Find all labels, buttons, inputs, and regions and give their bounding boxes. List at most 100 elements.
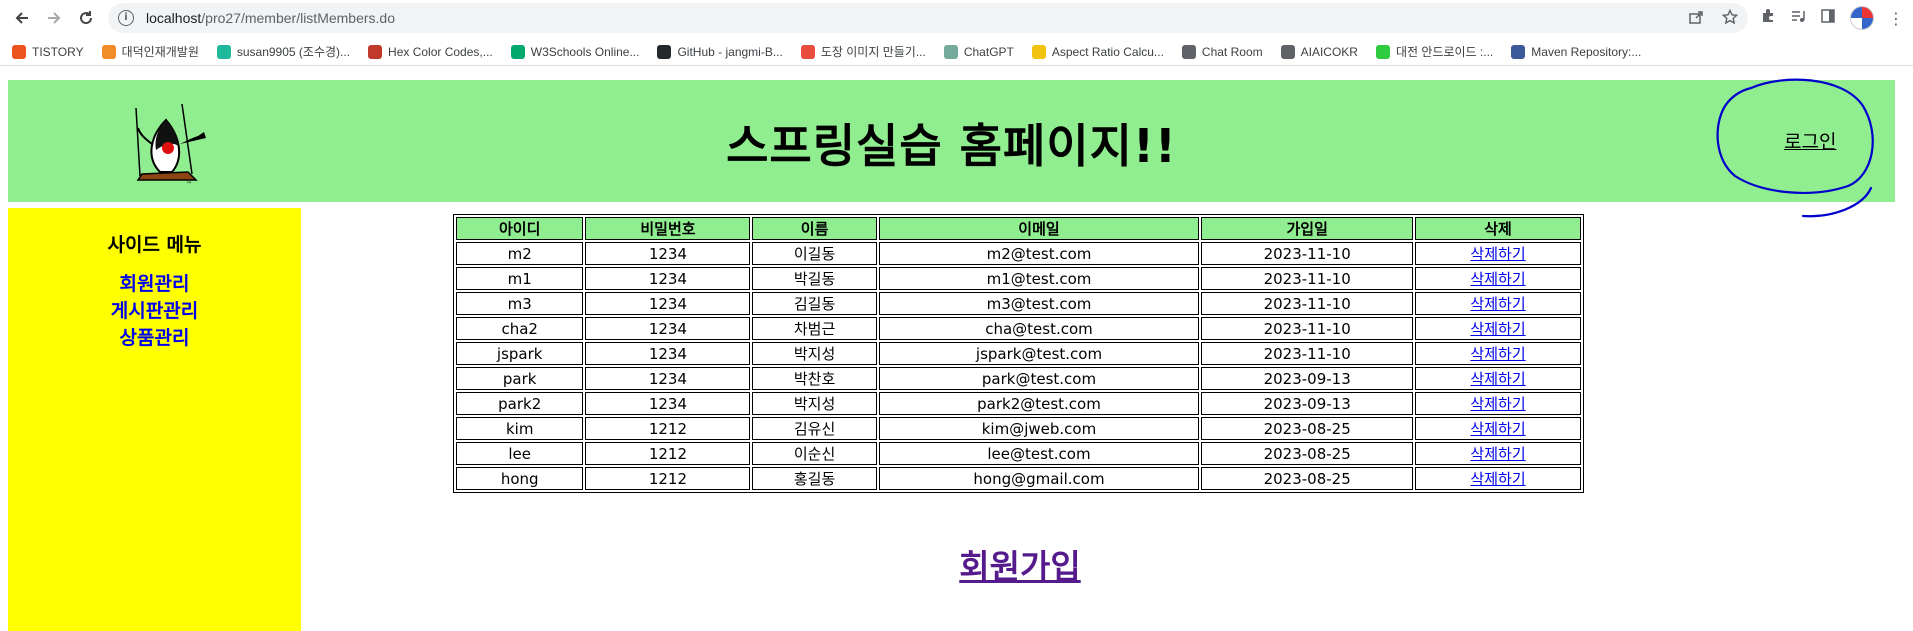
delete-member-link[interactable]: 삭제하기 [1470, 320, 1525, 338]
bookmark-label: W3Schools Online... [530, 44, 640, 59]
delete-member-link[interactable]: 삭제하기 [1470, 270, 1525, 288]
bookmark-item[interactable]: Chat Room [1181, 44, 1263, 59]
bookmark-item[interactable]: TISTORY [12, 44, 84, 59]
share-icon[interactable] [1688, 9, 1704, 29]
delete-member-link[interactable]: 삭제하기 [1470, 345, 1525, 363]
bookmark-favicon-icon [101, 44, 116, 59]
cell-password: 1234 [585, 292, 751, 315]
forward-arrow-icon[interactable] [42, 6, 66, 30]
bookmark-item[interactable]: W3Schools Online... [510, 44, 640, 59]
bookmark-item[interactable]: ChatGPT [943, 44, 1014, 59]
delete-member-link[interactable]: 삭제하기 [1470, 420, 1525, 438]
cell-delete: 삭제하기 [1415, 392, 1581, 415]
login-link[interactable]: 로그인 [1784, 127, 1836, 154]
delete-member-link[interactable]: 삭제하기 [1470, 445, 1525, 463]
delete-member-link[interactable]: 삭제하기 [1470, 470, 1525, 488]
bookmark-item[interactable]: Aspect Ratio Calcu... [1031, 44, 1164, 59]
cell-password: 1234 [585, 317, 751, 340]
site-info-icon[interactable]: i [118, 10, 134, 26]
cell-name: 이길동 [752, 242, 877, 265]
cell-join-date: 2023-09-13 [1201, 367, 1414, 390]
delete-member-link[interactable]: 삭제하기 [1470, 395, 1525, 413]
bookmark-favicon-icon [216, 44, 231, 59]
column-header-join-date: 가입일 [1201, 217, 1414, 240]
cell-password: 1234 [585, 392, 751, 415]
cell-delete: 삭제하기 [1415, 292, 1581, 315]
cell-email: jspark@test.com [878, 342, 1200, 365]
column-header-delete: 삭제 [1415, 217, 1581, 240]
sidebar-link-product-management[interactable]: 상품관리 [8, 325, 301, 352]
delete-member-link[interactable]: 삭제하기 [1470, 370, 1525, 388]
cell-id: cha2 [456, 317, 584, 340]
extensions-puzzle-icon[interactable] [1760, 8, 1776, 28]
cell-name: 박길동 [752, 267, 877, 290]
bookmark-favicon-icon [943, 44, 958, 59]
bookmark-label: Hex Color Codes,... [388, 44, 493, 59]
cell-email: m1@test.com [878, 267, 1200, 290]
sidebar-link-member-management[interactable]: 회원관리 [8, 271, 301, 298]
cell-delete: 삭제하기 [1415, 417, 1581, 440]
bookmark-item[interactable]: 도장 이미지 만들기... [800, 43, 926, 60]
sidebar-link-board-management[interactable]: 게시판관리 [8, 298, 301, 325]
cell-join-date: 2023-11-10 [1201, 292, 1414, 315]
bookmark-favicon-icon [368, 44, 383, 59]
star-bookmark-icon[interactable] [1721, 8, 1739, 29]
delete-member-link[interactable]: 삭제하기 [1470, 245, 1525, 263]
cell-password: 1234 [585, 342, 751, 365]
back-arrow-icon[interactable] [10, 6, 34, 30]
cell-email: kim@jweb.com [878, 417, 1200, 440]
table-row: hong 1212 홍길동 hong@gmail.com 2023-08-25 삭제하기 [456, 467, 1581, 490]
media-control-icon[interactable] [1790, 8, 1806, 28]
url-text: localhost/pro27/member/listMembers.do [146, 10, 395, 26]
bookmark-item[interactable]: AIAICOKR [1280, 44, 1358, 59]
bookmark-item[interactable]: Hex Color Codes,... [368, 44, 493, 59]
cell-id: m1 [456, 267, 584, 290]
cell-email: hong@gmail.com [878, 467, 1200, 490]
cell-join-date: 2023-11-10 [1201, 242, 1414, 265]
column-header-id: 아이디 [456, 217, 584, 240]
cell-delete: 삭제하기 [1415, 342, 1581, 365]
bookmark-item[interactable]: Maven Repository:... [1511, 44, 1641, 59]
bookmark-favicon-icon [1181, 44, 1196, 59]
cell-email: m3@test.com [878, 292, 1200, 315]
bookmark-favicon-icon [1031, 44, 1046, 59]
table-row: cha2 1234 차범근 cha@test.com 2023-11-10 삭제하기 [456, 317, 1581, 340]
bookmark-label: AIAICOKR [1300, 44, 1358, 59]
cell-name: 차범근 [752, 317, 877, 340]
bookmark-label: Aspect Ratio Calcu... [1051, 44, 1164, 59]
reload-icon[interactable] [74, 6, 98, 30]
site-title: 스프링실습 홈페이지!! [726, 119, 1177, 173]
sidebar-links: 회원관리 게시판관리 상품관리 [8, 271, 301, 352]
bookmark-label: 도장 이미지 만들기... [820, 45, 926, 59]
cell-delete: 삭제하기 [1415, 267, 1581, 290]
cell-name: 박지성 [752, 342, 877, 365]
bookmark-label: TISTORY [32, 44, 84, 59]
side-panel-icon[interactable] [1820, 8, 1836, 28]
cell-password: 1212 [585, 467, 751, 490]
cell-delete: 삭제하기 [1415, 467, 1581, 490]
bookmark-label: 대덕인재개발원 [121, 45, 199, 59]
cell-email: park2@test.com [878, 392, 1200, 415]
bookmark-item[interactable]: 대덕인재개발원 [101, 43, 199, 60]
bookmarks-bar: TISTORY 대덕인재개발원 susan9905 (조수경)... Hex Colo… [0, 38, 1913, 66]
delete-member-link[interactable]: 삭제하기 [1470, 295, 1525, 313]
bookmark-favicon-icon [1375, 44, 1390, 59]
bookmark-item[interactable]: 대전 안드로이드 :... [1375, 43, 1493, 60]
bookmark-label: Chat Room [1201, 44, 1263, 59]
table-header-row: 아이디 비밀번호 이름 이메일 가입일 삭제 [456, 217, 1581, 240]
cell-id: park2 [456, 392, 584, 415]
bookmark-item[interactable]: GitHub - jangmi-B... [657, 44, 783, 59]
profile-avatar[interactable] [1850, 6, 1874, 30]
more-menu-icon[interactable]: ⋮ [1888, 9, 1904, 28]
cell-join-date: 2023-11-10 [1201, 317, 1414, 340]
web-page: ™ 스프링실습 홈페이지!! 로그인 사이드 메뉴 회원관리 게시판관리 상품관… [0, 72, 1913, 631]
address-bar[interactable]: i localhost/pro27/member/listMembers.do [108, 3, 1748, 33]
cell-email: m2@test.com [878, 242, 1200, 265]
cell-id: m3 [456, 292, 584, 315]
bookmark-item[interactable]: susan9905 (조수경)... [216, 43, 351, 60]
column-header-name: 이름 [752, 217, 877, 240]
bookmark-label: susan9905 (조수경)... [236, 45, 351, 59]
table-row: kim 1212 김유신 kim@jweb.com 2023-08-25 삭제하기 [456, 417, 1581, 440]
join-member-link[interactable]: 회원가입 [0, 540, 1913, 588]
cell-name: 박찬호 [752, 367, 877, 390]
